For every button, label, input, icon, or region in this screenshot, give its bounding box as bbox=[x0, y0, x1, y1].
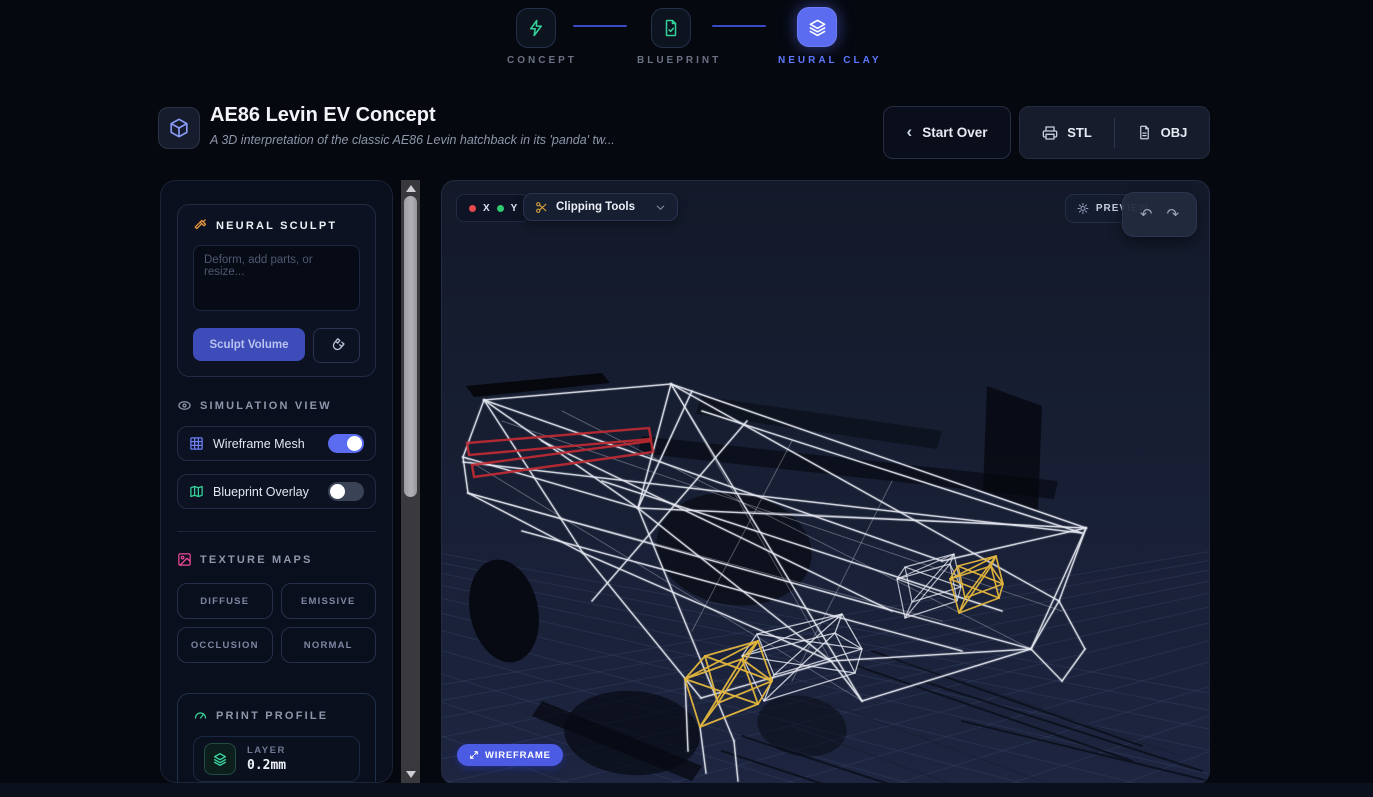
image-icon bbox=[178, 553, 191, 566]
scrollbar-thumb[interactable] bbox=[404, 196, 417, 497]
neural-sculpt-card: NEURAL SCULPT Sculpt Volume bbox=[177, 204, 376, 377]
texture-occlusion-button[interactable]: OCCLUSION bbox=[177, 627, 273, 663]
wireframe-mode-badge[interactable]: WIREFRAME bbox=[457, 744, 563, 766]
file-check-icon bbox=[651, 8, 691, 48]
blueprint-overlay-switch[interactable] bbox=[328, 482, 364, 501]
y-axis-label: Y bbox=[510, 202, 518, 214]
step-neural-clay[interactable] bbox=[797, 7, 837, 47]
export-stl-button[interactable]: STL bbox=[1020, 107, 1114, 158]
export-group: STL OBJ bbox=[1019, 106, 1210, 159]
chevron-down-icon bbox=[656, 205, 665, 210]
x-axis-dot bbox=[469, 204, 476, 212]
obj-label: OBJ bbox=[1160, 125, 1188, 140]
y-axis-dot bbox=[496, 204, 504, 212]
layer-height-item[interactable]: LAYER 0.2mm bbox=[193, 736, 360, 782]
neural-sculpt-heading: NEURAL SCULPT bbox=[216, 219, 338, 232]
step-connector bbox=[712, 25, 766, 27]
viewport-3d[interactable]: X Y Clipping Tools PREVIEW ↶ ↷ WIREFRAME bbox=[441, 180, 1210, 785]
undo-icon[interactable]: ↶ bbox=[1140, 207, 1153, 222]
wireframe-mesh-label: Wireframe Mesh bbox=[213, 436, 305, 451]
texture-emissive-button[interactable]: EMISSIVE bbox=[280, 583, 376, 619]
wireframe-mesh-toggle-row[interactable]: Wireframe Mesh bbox=[177, 426, 376, 461]
blueprint-map-icon bbox=[190, 485, 203, 498]
layers-icon bbox=[797, 7, 837, 47]
texture-maps-heading: TEXTURE MAPS bbox=[200, 553, 313, 566]
expand-icon bbox=[470, 751, 478, 759]
step-blueprint-label: BLUEPRINT bbox=[637, 55, 722, 66]
page-title: AE86 Levin EV Concept bbox=[210, 104, 436, 126]
start-over-label: Start Over bbox=[922, 125, 988, 140]
print-profile-card: PRINT PROFILE LAYER 0.2mm bbox=[177, 693, 376, 782]
magnet-icon bbox=[332, 337, 345, 350]
gauge-icon bbox=[194, 712, 207, 719]
start-over-button[interactable]: ‹ Start Over bbox=[883, 106, 1011, 159]
divider bbox=[177, 531, 376, 532]
redo-icon[interactable]: ↷ bbox=[1167, 207, 1180, 222]
wireframe-badge-label: WIREFRAME bbox=[485, 749, 551, 761]
sidebar: NEURAL SCULPT Sculpt Volume SIMULATION V… bbox=[160, 180, 393, 783]
wireframe-scene bbox=[442, 373, 1209, 784]
sun-icon bbox=[1077, 203, 1089, 214]
layer-label: LAYER bbox=[247, 745, 286, 756]
step-connector bbox=[573, 25, 627, 27]
blueprint-overlay-toggle-row[interactable]: Blueprint Overlay bbox=[177, 474, 376, 509]
print-profile-heading: PRINT PROFILE bbox=[216, 709, 329, 722]
layer-stack-icon bbox=[214, 753, 226, 766]
grid-icon bbox=[190, 437, 203, 450]
sculpt-volume-button[interactable]: Sculpt Volume bbox=[193, 328, 305, 361]
scissors-icon bbox=[536, 201, 547, 213]
clipping-tools-label: Clipping Tools bbox=[556, 201, 635, 213]
clipping-tools-dropdown[interactable]: Clipping Tools bbox=[523, 193, 678, 221]
scroll-down-button[interactable] bbox=[401, 766, 420, 783]
scroll-up-button[interactable] bbox=[401, 180, 420, 197]
step-concept[interactable] bbox=[516, 8, 556, 48]
sculpt-prompt-input[interactable] bbox=[193, 245, 360, 311]
magnet-button[interactable] bbox=[313, 328, 360, 363]
app-window: CONCEPT BLUEPRINT NEURAL CLAY AE86 Levin… bbox=[0, 0, 1373, 797]
layer-value: 0.2mm bbox=[247, 758, 287, 773]
file-icon bbox=[1139, 125, 1149, 140]
texture-diffuse-button[interactable]: DIFFUSE bbox=[177, 583, 273, 619]
printer-icon bbox=[1042, 125, 1058, 140]
page-bottom-strip bbox=[0, 783, 1373, 797]
step-concept-label: CONCEPT bbox=[507, 55, 577, 66]
blueprint-overlay-label: Blueprint Overlay bbox=[213, 484, 309, 499]
step-blueprint[interactable] bbox=[651, 8, 691, 48]
axis-indicator-pill[interactable]: X Y bbox=[456, 194, 531, 222]
stl-label: STL bbox=[1067, 125, 1092, 140]
simulation-view-heading: SIMULATION VIEW bbox=[200, 399, 332, 412]
step-neural-clay-label: NEURAL CLAY bbox=[778, 55, 882, 66]
texture-normal-button[interactable]: NORMAL bbox=[280, 627, 376, 663]
eye-icon bbox=[178, 401, 191, 410]
page-subtitle: A 3D interpretation of the classic AE86 … bbox=[210, 133, 615, 147]
project-cube-icon bbox=[158, 107, 200, 149]
export-obj-button[interactable]: OBJ bbox=[1115, 107, 1209, 158]
lightning-icon bbox=[516, 8, 556, 48]
undo-redo-panel: ↶ ↷ bbox=[1122, 192, 1197, 237]
hammer-icon bbox=[194, 219, 207, 230]
x-axis-label: X bbox=[483, 202, 490, 214]
sidebar-scrollbar[interactable] bbox=[401, 180, 420, 783]
wireframe-mesh-switch[interactable] bbox=[328, 434, 364, 453]
chevron-left-icon: ‹ bbox=[906, 121, 913, 141]
